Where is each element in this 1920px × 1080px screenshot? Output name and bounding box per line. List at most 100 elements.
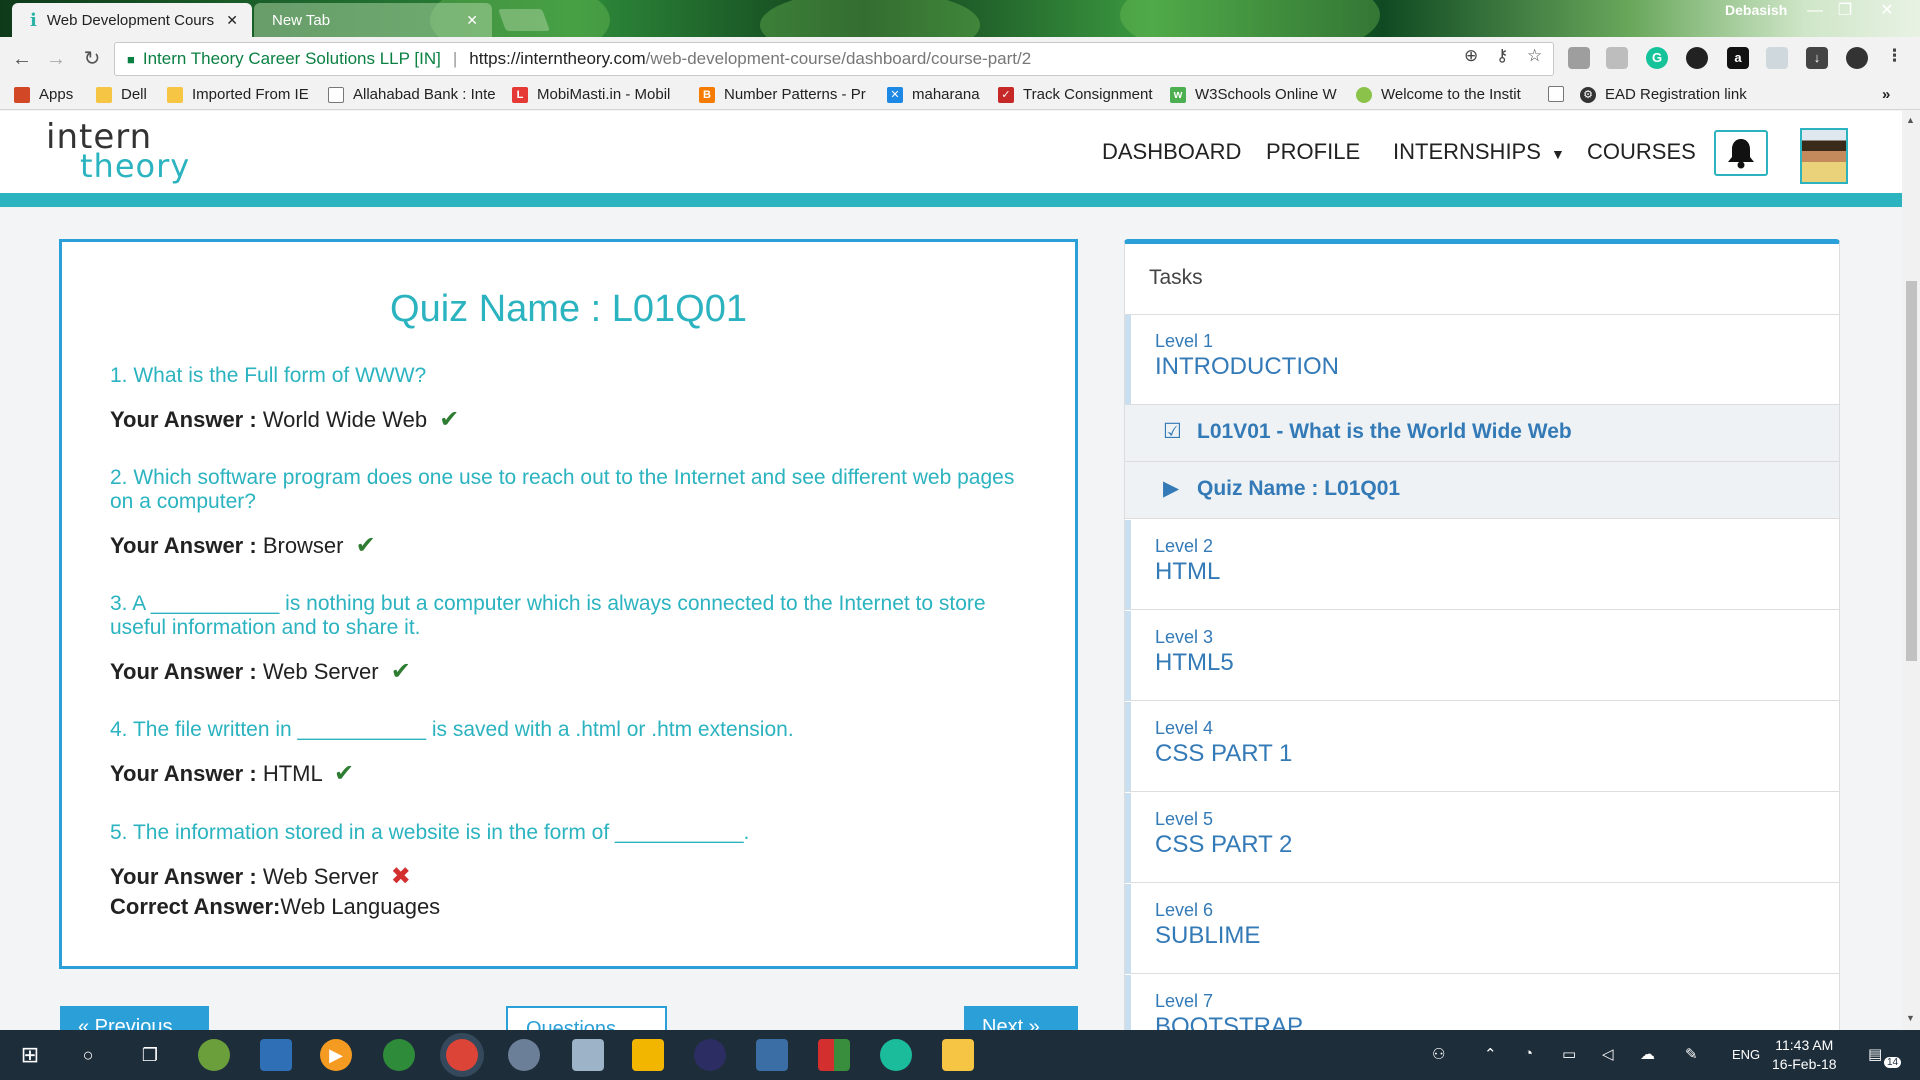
tray-expand-icon[interactable]: ⌃	[1484, 1045, 1497, 1063]
bookmark-w3schools[interactable]: w W3Schools Online W	[1170, 86, 1337, 103]
page-icon	[1548, 86, 1564, 102]
extension-icon[interactable]	[1766, 47, 1788, 69]
windows-taskbar: ⊞ ○ ❐ ▶ ⚇ ⌃ ◔ ▭ ◁ ☁ ✎ ENG 11:43 AM 16-Fe…	[0, 1030, 1920, 1080]
bookmark-label: Track Consignment	[1023, 86, 1153, 103]
bookmark-label: Apps	[39, 86, 74, 103]
app-icon[interactable]	[572, 1039, 604, 1071]
browser-tab-active[interactable]: i Web Development Cours ✕	[12, 3, 252, 37]
minimize-icon[interactable]: —	[1800, 0, 1830, 22]
more-bookmarks-icon[interactable]: »	[1882, 86, 1890, 103]
scrollbar-thumb[interactable]	[1906, 281, 1917, 661]
bookmark-page[interactable]	[1548, 86, 1573, 102]
pen-icon[interactable]: ✎	[1685, 1045, 1698, 1063]
battery-icon[interactable]: ▭	[1562, 1045, 1576, 1063]
tasks-header: Tasks	[1125, 244, 1839, 315]
bookmark-allahabad[interactable]: Allahabad Bank : Inte	[328, 86, 496, 103]
extension-icon[interactable]	[1568, 47, 1590, 69]
bookmark-track-consignment[interactable]: ✓ Track Consignment	[998, 86, 1153, 103]
extension-icon[interactable]	[1686, 47, 1708, 69]
task-view-icon[interactable]: ❐	[134, 1039, 166, 1071]
bookmark-label: MobiMasti.in - Mobil	[537, 86, 671, 103]
chrome-icon[interactable]	[446, 1039, 478, 1071]
question-4: 4. The file written in ___________ is sa…	[110, 718, 794, 741]
android-studio-icon[interactable]	[198, 1039, 230, 1071]
nav-courses[interactable]: COURSES	[1587, 139, 1696, 165]
bookmark-ead[interactable]: ⚙ EAD Registration link	[1580, 86, 1747, 103]
onedrive-cloud-icon[interactable]: ☁	[1640, 1045, 1655, 1063]
extension-icon[interactable]	[1846, 47, 1868, 69]
download-icon[interactable]: ↓	[1806, 47, 1828, 69]
address-bar[interactable]: ■ Intern Theory Career Solutions LLP [IN…	[114, 42, 1554, 76]
bookmark-apps[interactable]: Apps	[14, 86, 73, 103]
atom-icon[interactable]	[880, 1039, 912, 1071]
bookmark-maharana[interactable]: ✕ maharana	[887, 86, 980, 103]
reload-icon[interactable]: ↻	[80, 47, 104, 71]
level-number: Level 3	[1155, 627, 1214, 647]
file-explorer-icon[interactable]	[942, 1039, 974, 1071]
zoom-icon[interactable]: ⊕	[1464, 46, 1478, 66]
nav-internships[interactable]: INTERNSHIPS ▼	[1393, 139, 1565, 165]
browser-tab-new[interactable]: New Tab ✕	[254, 3, 492, 37]
user-avatar[interactable]	[1800, 128, 1848, 184]
app-icon[interactable]	[818, 1039, 850, 1071]
bookmark-dell[interactable]: Dell	[96, 86, 147, 103]
bookmark-imported[interactable]: Imported From IE	[167, 86, 309, 103]
level-number: Level 5	[1155, 809, 1214, 829]
app-icon[interactable]	[260, 1039, 292, 1071]
restore-icon[interactable]: ❐	[1830, 0, 1860, 22]
scroll-up-icon[interactable]: ▲	[1906, 115, 1915, 125]
amazon-icon[interactable]: a	[1727, 47, 1749, 69]
correct-check-icon: ✔	[390, 657, 411, 685]
lesson-item-video[interactable]: ☑ L01V01 - What is the World Wide Web	[1125, 405, 1839, 462]
app-icon[interactable]	[508, 1039, 540, 1071]
x-icon: ✕	[887, 86, 903, 103]
browser-profile-name[interactable]: Debasish	[1725, 2, 1787, 18]
key-icon[interactable]: ⚷	[1496, 46, 1508, 66]
app-icon[interactable]	[632, 1039, 664, 1071]
level-item-6[interactable]: Level 6 SUBLIME	[1125, 884, 1839, 974]
level-item-5[interactable]: Level 5 CSS PART 2	[1125, 793, 1839, 883]
lesson-item-quiz[interactable]: ▶ Quiz Name : L01Q01	[1125, 462, 1839, 519]
new-tab-button[interactable]	[497, 9, 551, 31]
close-tab-icon[interactable]: ✕	[466, 12, 478, 29]
forward-icon[interactable]: →	[44, 47, 68, 71]
taskbar-clock[interactable]: 11:43 AM 16-Feb-18	[1772, 1036, 1837, 1074]
notifications-button[interactable]	[1714, 130, 1768, 176]
people-icon[interactable]: ⚇	[1432, 1045, 1445, 1063]
cortana-search-icon[interactable]: ○	[72, 1039, 104, 1071]
bookmark-number-patterns[interactable]: B Number Patterns - Pr	[699, 86, 866, 103]
eclipse-icon[interactable]	[694, 1039, 726, 1071]
volume-icon[interactable]: ◁	[1602, 1045, 1614, 1063]
w3-icon: w	[1170, 86, 1186, 103]
page-scrollbar[interactable]: ▲ ▼	[1902, 111, 1920, 1030]
close-tab-icon[interactable]: ✕	[226, 12, 238, 29]
bookmark-mobimasti[interactable]: L MobiMasti.in - Mobil	[512, 86, 670, 103]
action-center-icon[interactable]: ▤	[1868, 1045, 1882, 1063]
media-player-icon[interactable]: ▶	[320, 1039, 352, 1071]
extension-icon[interactable]	[1606, 47, 1628, 69]
scroll-down-icon[interactable]: ▼	[1906, 1013, 1915, 1023]
header-accent-bar	[0, 193, 1902, 207]
answer-3: Your Answer : Web Server ✔	[110, 657, 411, 685]
back-icon[interactable]: ←	[10, 47, 34, 71]
browser-title-bar: i Web Development Cours ✕ New Tab ✕ Deba…	[0, 0, 1920, 37]
level-item-1[interactable]: Level 1 INTRODUCTION	[1125, 315, 1839, 405]
app-icon[interactable]	[383, 1039, 415, 1071]
chrome-menu-icon[interactable]: ⋮	[1886, 46, 1903, 66]
checkbox-icon: ☑	[1163, 420, 1182, 443]
interntheory-logo[interactable]: intern theory	[46, 117, 189, 187]
nav-dashboard[interactable]: DASHBOARD	[1102, 139, 1241, 165]
level-item-4[interactable]: Level 4 CSS PART 1	[1125, 702, 1839, 792]
close-window-icon[interactable]: ✕	[1872, 0, 1902, 22]
nav-profile[interactable]: PROFILE	[1266, 139, 1360, 165]
level-item-2[interactable]: Level 2 HTML	[1125, 520, 1839, 610]
app-icon[interactable]	[756, 1039, 788, 1071]
bookmark-label: Imported From IE	[192, 86, 309, 103]
bookmark-star-icon[interactable]: ☆	[1527, 46, 1542, 66]
bookmark-welcome[interactable]: Welcome to the Instit	[1356, 86, 1521, 103]
level-item-3[interactable]: Level 3 HTML5	[1125, 611, 1839, 701]
windows-start-icon[interactable]: ⊞	[14, 1039, 46, 1071]
grammarly-icon[interactable]: G	[1646, 47, 1668, 69]
wifi-icon[interactable]: ◔	[1524, 1045, 1533, 1062]
language-indicator[interactable]: ENG	[1732, 1047, 1760, 1062]
